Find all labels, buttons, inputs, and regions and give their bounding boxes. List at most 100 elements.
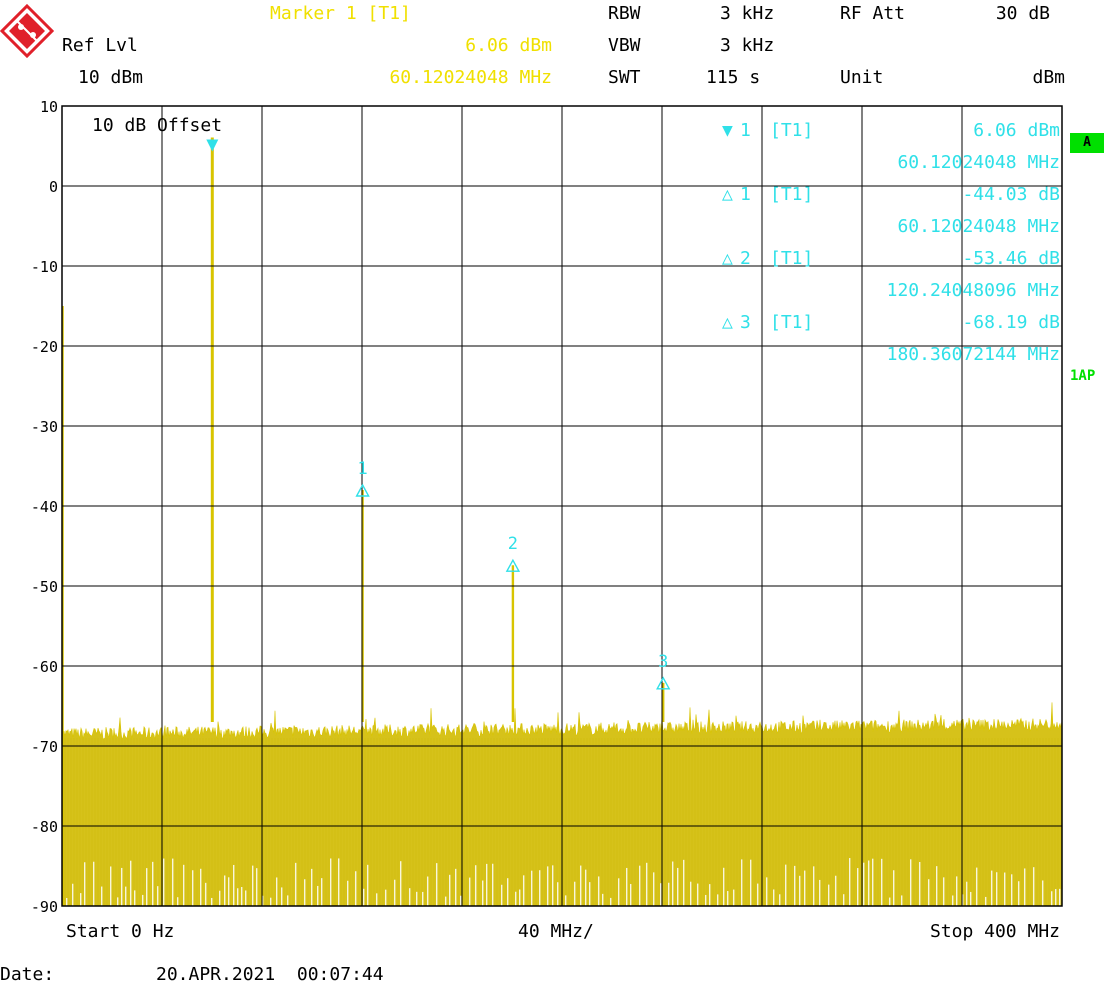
noise-dip [177, 897, 179, 906]
noise-dip [976, 867, 978, 906]
noise-dip [436, 863, 438, 906]
noise-dip [482, 880, 484, 906]
y-tick-label: -40 [31, 498, 58, 516]
noise-dip [919, 862, 921, 906]
noise-dip [321, 878, 323, 906]
noise-dip [183, 864, 185, 906]
noise-dip [330, 858, 332, 906]
noise-dip [668, 882, 670, 906]
noise-dip [741, 859, 743, 906]
noise-dip [416, 891, 418, 906]
noise-dip [445, 896, 447, 906]
noise-dip [455, 868, 457, 906]
marker-table-value: -53.46 dB [962, 248, 1060, 269]
noise-dip [523, 875, 525, 906]
marker-table-frequency: 120.24048096 MHz [886, 280, 1060, 301]
swt-value: 115 s [706, 67, 761, 88]
noise-dip [507, 878, 509, 906]
noise-dip [819, 879, 821, 906]
noise-dip [794, 865, 796, 906]
noise-dip [683, 859, 685, 906]
marker-table-value: 6.06 dBm [973, 120, 1060, 141]
noise-dip [872, 858, 874, 906]
noise-dip [142, 894, 144, 906]
noise-dip [93, 861, 95, 906]
noise-dip [630, 883, 632, 906]
y-tick-label: -20 [31, 338, 58, 356]
noise-dip [501, 884, 503, 906]
noise-dip [134, 890, 136, 906]
noise-dip [835, 875, 837, 906]
rbw-value: 3 kHz [720, 3, 775, 24]
unit-label: Unit [840, 67, 884, 88]
noise-dip [936, 866, 938, 906]
y-tick-label: -80 [31, 818, 58, 836]
noise-dip [952, 895, 954, 906]
noise-dip [1024, 868, 1026, 906]
noise-dip [241, 887, 243, 906]
noise-dip [317, 885, 319, 906]
noise-dip [1051, 891, 1053, 906]
marker-table-id: 3 [740, 312, 751, 333]
noise-dip [1033, 867, 1035, 906]
noise-dip [1004, 872, 1006, 906]
y-tick-label: -90 [31, 898, 58, 916]
noise-dip [585, 869, 587, 906]
marker-table-trace: [T1] [770, 248, 814, 269]
marker-title: Marker 1 [T1] [270, 3, 411, 24]
noise-dip [991, 870, 993, 906]
noise-dip [224, 875, 226, 906]
noise-dip [557, 882, 559, 906]
ref-lvl-value: 10 dBm [78, 67, 144, 88]
noise-dip [717, 894, 719, 906]
marker-table-id: 2 [740, 248, 751, 269]
marker-label: 2 [508, 534, 518, 554]
noise-dip [660, 883, 662, 906]
y-tick-label: 0 [49, 178, 58, 196]
noise-dip [475, 865, 477, 906]
noise-dip [460, 895, 462, 906]
noise-dip [110, 866, 112, 906]
noise-dip [80, 893, 82, 906]
offset-label: 10 dB Offset [92, 115, 223, 136]
noise-dip [363, 888, 365, 906]
noise-dip [943, 877, 945, 906]
noise-dip [400, 861, 402, 906]
rf-att-label: RF Att [840, 3, 906, 24]
noise-dip [1011, 874, 1013, 906]
noise-dip [355, 871, 357, 906]
noise-dip [394, 879, 396, 906]
noise-dip [1059, 888, 1061, 906]
date-value: 20.APR.2021 00:07:44 [156, 964, 384, 985]
noise-dip [304, 879, 306, 906]
noise-dip [626, 867, 628, 906]
noise-dip [639, 865, 641, 906]
noise-dip [427, 876, 429, 906]
y-tick-label: 10 [40, 98, 58, 116]
noise-dip [547, 866, 549, 906]
noise-dip [598, 876, 600, 906]
noise-dip [101, 886, 103, 906]
noise-dip [281, 887, 283, 906]
noise-dip [843, 894, 845, 906]
noise-dip [163, 858, 165, 906]
noise-dip [727, 891, 729, 906]
marker-table-frequency: 60.12024048 MHz [897, 152, 1060, 173]
rs-logo-icon [0, 3, 55, 59]
noise-dip [66, 897, 68, 906]
noise-dip [766, 877, 768, 906]
marker-table-frequency: 60.12024048 MHz [897, 216, 1060, 237]
noise-dip [733, 889, 735, 906]
noise-dip [205, 882, 207, 906]
marker-frequency: 60.12024048 MHz [389, 67, 552, 88]
noise-dip [295, 862, 297, 906]
noise-dip [539, 870, 541, 906]
noise-dip [773, 889, 775, 906]
noise-dip [889, 897, 891, 906]
noise-dip [84, 862, 86, 906]
marker-delta-icon: △ [722, 248, 733, 269]
noise-dip [469, 877, 471, 906]
noise-dip [868, 860, 870, 906]
noise-dip [828, 884, 830, 906]
noise-dip [672, 861, 674, 906]
